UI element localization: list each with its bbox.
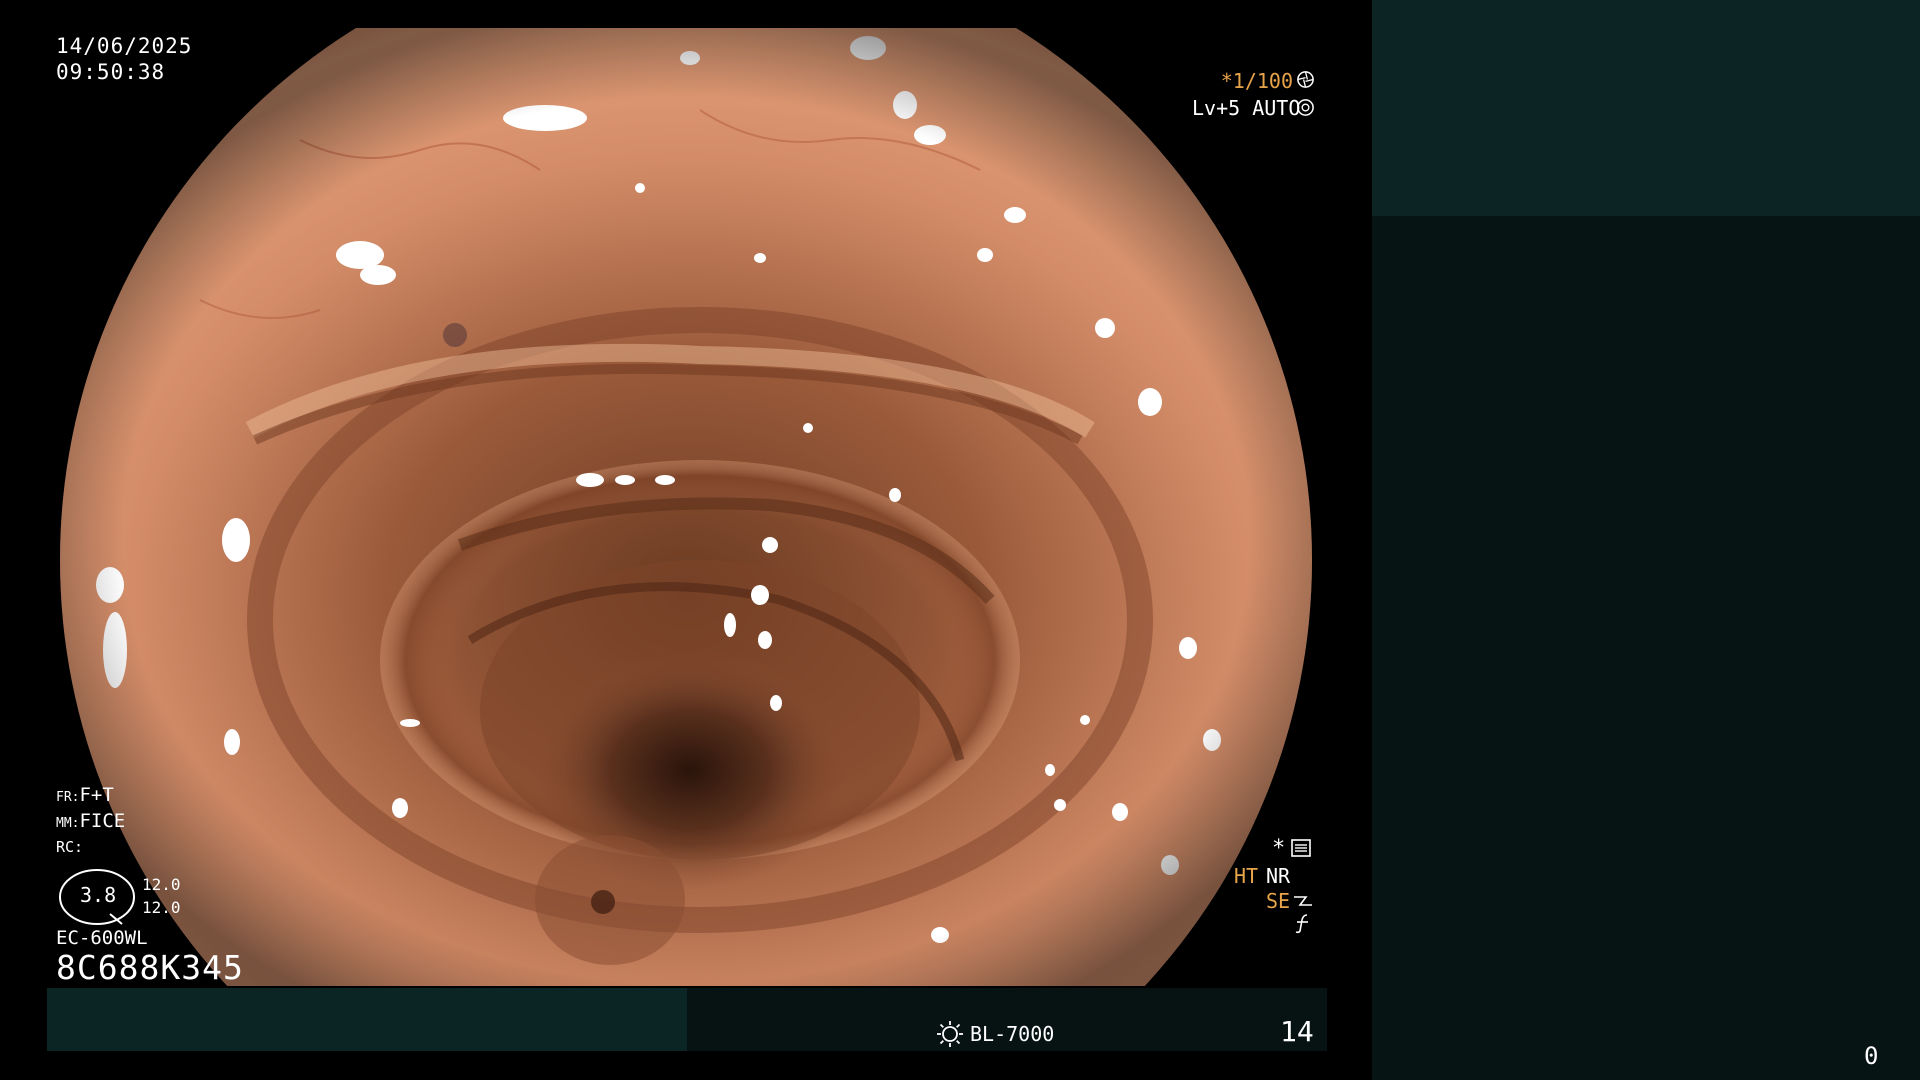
image-mode-value: FICE	[79, 810, 126, 832]
exam-date: 14/06/2025	[56, 34, 193, 58]
image-mode: MM:FICE	[56, 812, 125, 831]
light-source-label: BL-7000	[970, 1022, 1055, 1046]
endoscope-view	[0, 0, 1372, 1080]
colon-lumen-image	[60, 28, 1312, 986]
scope-serial: 8C688K345	[56, 948, 244, 987]
se-indicator: SE	[1266, 889, 1291, 913]
auto-exposure-icon	[1297, 99, 1314, 116]
exam-time: 09:50:38	[56, 60, 166, 84]
settings-star: *	[1272, 836, 1286, 861]
zoom-value: 3.8	[80, 883, 117, 907]
structure-enhance-icon	[1294, 896, 1312, 906]
scope-model: EC-600WL	[56, 927, 148, 949]
image-count: 14	[1280, 1015, 1314, 1048]
ht-indicator: HT	[1234, 864, 1259, 888]
side-panel-header	[1372, 0, 1920, 216]
frame-mode-value: F+T	[79, 784, 114, 806]
aperture-icon	[1297, 71, 1314, 88]
frame-mode-label: FR:	[56, 790, 80, 805]
zoom-setting-b: 12.0	[142, 898, 181, 917]
function-icon	[1295, 914, 1308, 934]
shutter-speed: *1/100	[1220, 69, 1293, 93]
zoom-setting-a: 12.0	[142, 875, 181, 894]
status-bar-accent	[47, 988, 687, 1051]
settings-list-icon	[1291, 839, 1311, 857]
frame-mode: FR:F+T	[56, 786, 114, 805]
nr-indicator: NR	[1266, 864, 1291, 888]
side-panel-counter: 0	[1864, 1042, 1879, 1070]
endoscopy-monitor: 14/06/2025 09:50:38 *1/100 Lv+5 AUTO FR:…	[0, 0, 1920, 1080]
record-label: RC:	[56, 838, 84, 856]
brightness-level: Lv+5 AUTO	[1192, 96, 1301, 120]
light-source-icon	[937, 1021, 963, 1047]
image-mode-label: MM:	[56, 816, 80, 831]
